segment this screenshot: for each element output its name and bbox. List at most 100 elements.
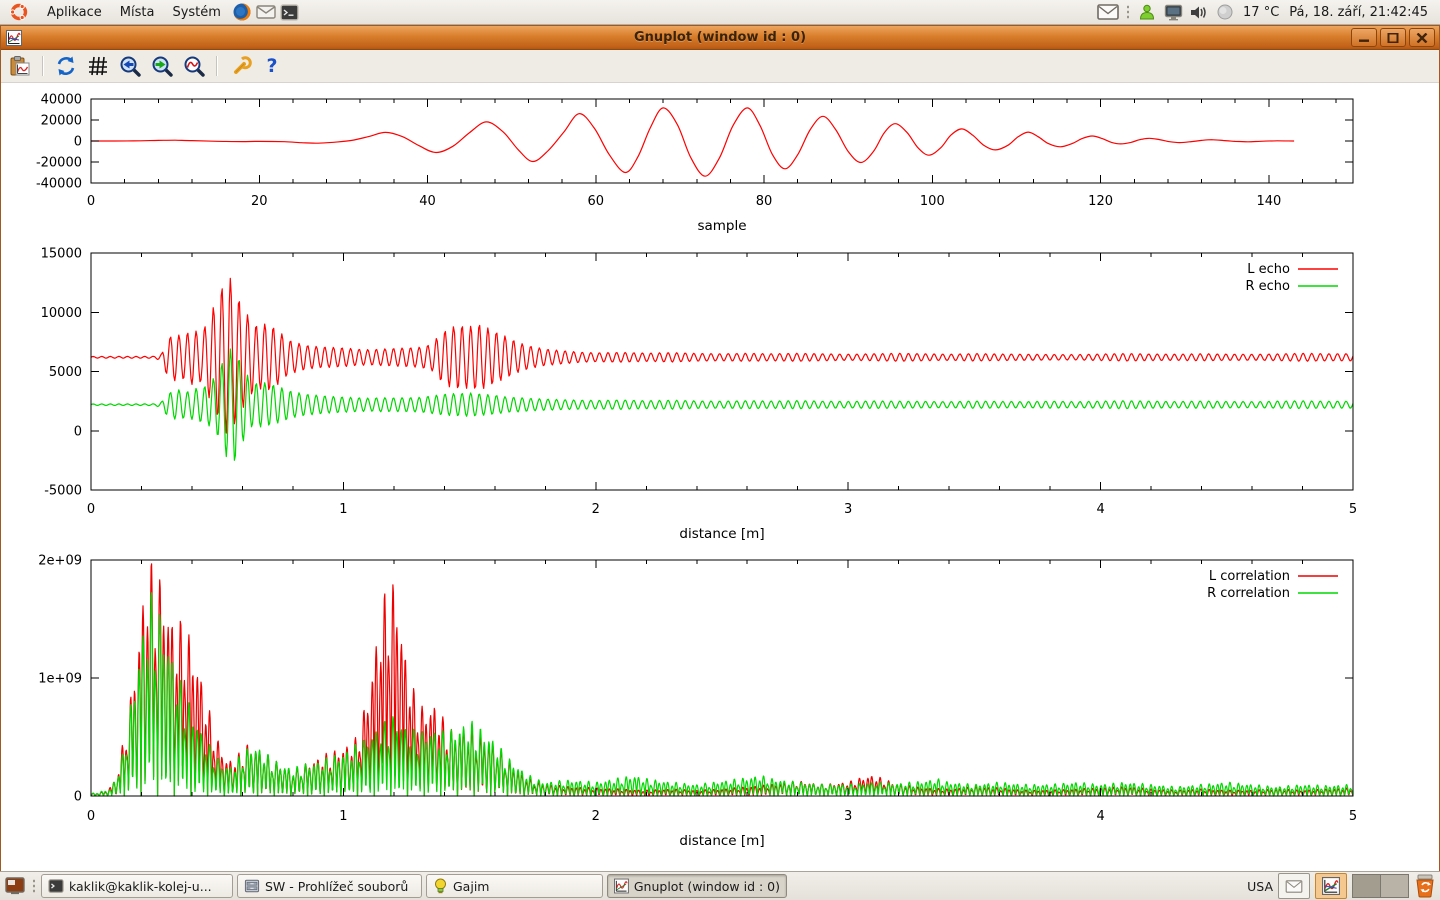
svg-text:3: 3 — [844, 502, 852, 517]
maximize-button[interactable] — [1380, 28, 1406, 47]
svg-text:60: 60 — [588, 194, 605, 209]
workspace-1[interactable] — [1353, 875, 1380, 897]
gnuplot-window: Gnuplot (window id : 0) — [0, 25, 1440, 872]
menu-applications-label: Aplikace — [47, 5, 102, 20]
zoom-previous-button[interactable] — [117, 53, 143, 79]
menu-applications[interactable]: Aplikace — [38, 0, 111, 24]
keyboard-layout-indicator[interactable]: USA — [1247, 879, 1273, 894]
maximize-icon — [1387, 33, 1399, 43]
svg-text:2: 2 — [592, 502, 600, 517]
window-title: Gnuplot (window id : 0) — [1, 30, 1439, 45]
svg-text:0: 0 — [74, 424, 82, 439]
mail-tray-icon — [1285, 880, 1303, 893]
firefox-launcher-icon[interactable] — [230, 1, 254, 23]
close-button[interactable] — [1409, 28, 1435, 47]
copy-to-clipboard-icon — [9, 55, 31, 77]
minimize-icon — [1358, 33, 1370, 43]
svg-text:40: 40 — [419, 194, 436, 209]
gnuplot-tray-button[interactable] — [1315, 873, 1347, 899]
svg-text:-40000: -40000 — [36, 177, 82, 192]
gajim-icon — [433, 878, 448, 894]
svg-text:distance [m]: distance [m] — [679, 833, 764, 849]
svg-text:100: 100 — [920, 194, 945, 209]
task-button-gajim[interactable]: Gajim — [426, 874, 603, 898]
task-label: Gnuplot (window id : 0) — [634, 879, 780, 894]
chart-1: 012345-5000050001000015000distance [m]L … — [41, 247, 1358, 543]
workspace-switcher[interactable] — [1352, 874, 1409, 898]
user-switcher-icon[interactable] — [1135, 1, 1159, 23]
toggle-grid-button[interactable] — [85, 53, 111, 79]
taskbar: kaklik@kaklik-kolej-u... SW - Prohlížeč … — [0, 871, 1440, 900]
help-icon: ? — [266, 57, 277, 76]
mail-notification-icon[interactable] — [1096, 1, 1120, 23]
gnuplot-charts: 020406080100120140-40000-200000200004000… — [1, 83, 1440, 871]
workspace-2[interactable] — [1380, 875, 1408, 897]
gnuplot-icon — [614, 878, 629, 894]
titlebar[interactable]: Gnuplot (window id : 0) — [1, 26, 1439, 50]
panel-grip-handle[interactable] — [1125, 4, 1130, 20]
menu-places-label: Místa — [120, 5, 155, 20]
replot-refresh-icon — [55, 55, 77, 77]
autoscale-button[interactable] — [181, 53, 207, 79]
series-line — [91, 108, 1294, 176]
task-button-gnuplot[interactable]: Gnuplot (window id : 0) — [607, 874, 787, 898]
terminal-icon — [48, 879, 64, 893]
ubuntu-menu-button[interactable] — [0, 0, 38, 24]
svg-text:0: 0 — [87, 194, 95, 209]
volume-icon[interactable] — [1187, 1, 1211, 23]
copy-to-clipboard-button[interactable] — [7, 53, 33, 79]
svg-text:2e+09: 2e+09 — [38, 554, 82, 569]
svg-text:0: 0 — [87, 502, 95, 517]
menu-system[interactable]: Systém — [163, 0, 229, 24]
trash-button[interactable] — [1414, 874, 1436, 898]
toolbar-separator — [42, 56, 44, 76]
plot-border — [91, 560, 1353, 796]
gnuplot-tray-icon — [1322, 877, 1340, 895]
mail-launcher-icon[interactable] — [254, 1, 278, 23]
svg-text:5: 5 — [1349, 809, 1357, 824]
wrench-icon — [228, 55, 252, 77]
svg-text:1: 1 — [339, 502, 347, 517]
display-icon[interactable] — [1161, 1, 1185, 23]
task-button-file-manager[interactable]: SW - Prohlížeč souborů — [237, 874, 422, 898]
svg-text:2: 2 — [592, 809, 600, 824]
show-desktop-button[interactable] — [2, 874, 28, 898]
terminal-launcher-icon[interactable] — [278, 1, 302, 23]
svg-text:40000: 40000 — [41, 93, 82, 108]
file-manager-icon — [244, 879, 260, 893]
menu-places[interactable]: Místa — [111, 0, 164, 24]
temperature-label[interactable]: 17 °C — [1239, 5, 1283, 20]
svg-text:L echo: L echo — [1247, 262, 1290, 277]
plot-border — [91, 253, 1353, 490]
toolbar-separator — [216, 56, 218, 76]
svg-text:R echo: R echo — [1245, 279, 1290, 294]
svg-text:1e+09: 1e+09 — [38, 672, 82, 687]
svg-text:sample: sample — [697, 218, 746, 234]
replot-button[interactable] — [53, 53, 79, 79]
plot-canvas[interactable]: 020406080100120140-40000-200000200004000… — [1, 83, 1439, 871]
svg-text:4: 4 — [1096, 502, 1104, 517]
minimize-button[interactable] — [1351, 28, 1377, 47]
weather-icon[interactable] — [1213, 1, 1237, 23]
grid-icon — [88, 56, 108, 76]
svg-text:distance [m]: distance [m] — [679, 526, 764, 542]
mail-tray-button[interactable] — [1278, 873, 1310, 899]
series-line — [91, 278, 1353, 433]
settings-button[interactable] — [227, 53, 253, 79]
svg-text:L correlation: L correlation — [1209, 569, 1290, 584]
svg-text:0: 0 — [74, 135, 82, 150]
zoom-next-button[interactable] — [149, 53, 175, 79]
svg-text:5000: 5000 — [49, 365, 82, 380]
chart-0: 020406080100120140-40000-200000200004000… — [36, 93, 1353, 235]
svg-text:20: 20 — [251, 194, 268, 209]
help-button[interactable]: ? — [259, 53, 285, 79]
task-label: kaklik@kaklik-kolej-u... — [69, 879, 212, 894]
svg-text:3: 3 — [844, 809, 852, 824]
svg-text:140: 140 — [1256, 194, 1281, 209]
menu-system-label: Systém — [172, 5, 220, 20]
task-button-terminal[interactable]: kaklik@kaklik-kolej-u... — [41, 874, 233, 898]
taskbar-grip-handle[interactable] — [31, 878, 36, 894]
clock-label[interactable]: Pá, 18. září, 21:42:45 — [1285, 5, 1432, 20]
zoom-next-icon — [151, 55, 173, 77]
series-line — [91, 564, 1353, 796]
